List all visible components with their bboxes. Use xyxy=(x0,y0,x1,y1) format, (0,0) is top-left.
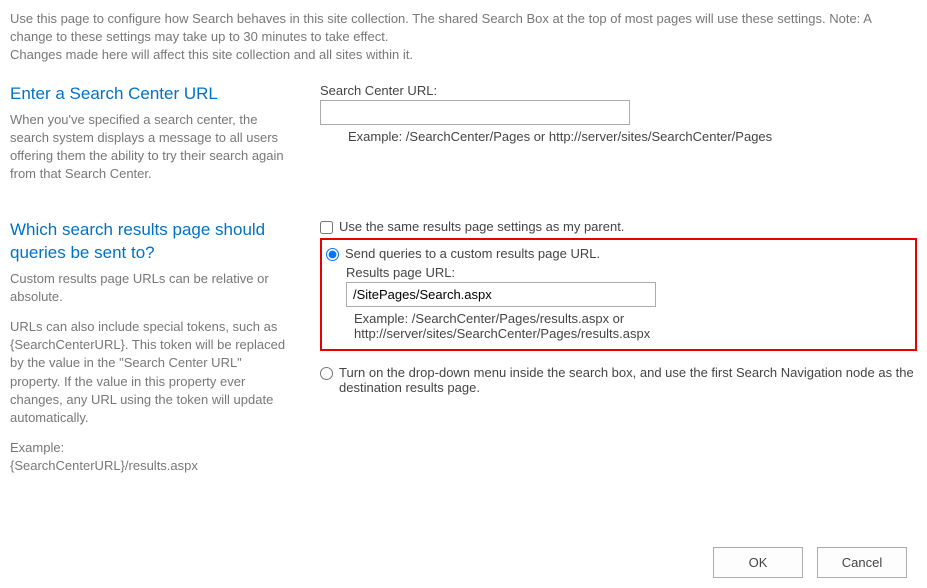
custom-results-radio-label: Send queries to a custom results page UR… xyxy=(345,246,600,261)
section2-left: Which search results page should queries… xyxy=(10,219,320,487)
section1-left: Enter a Search Center URL When you've sp… xyxy=(10,83,320,196)
section1-right: Search Center URL: Example: /SearchCente… xyxy=(320,83,917,196)
intro-line-2: Changes made here will affect this site … xyxy=(10,46,917,64)
section-search-center: Enter a Search Center URL When you've sp… xyxy=(10,83,917,196)
use-parent-label: Use the same results page settings as my… xyxy=(339,219,624,234)
section2-right: Use the same results page settings as my… xyxy=(320,219,917,487)
search-center-url-example: Example: /SearchCenter/Pages or http://s… xyxy=(348,129,917,144)
cancel-button[interactable]: Cancel xyxy=(817,547,907,578)
search-center-url-label: Search Center URL: xyxy=(320,83,917,98)
section2-desc1: Custom results page URLs can be relative… xyxy=(10,270,290,306)
custom-results-highlight: Send queries to a custom results page UR… xyxy=(320,238,917,351)
section2-desc2: URLs can also include special tokens, su… xyxy=(10,318,290,427)
dropdown-radio[interactable] xyxy=(320,367,333,380)
search-center-url-input[interactable] xyxy=(320,100,630,125)
section2-desc3a: Example: xyxy=(10,440,64,455)
results-url-label: Results page URL: xyxy=(346,265,907,280)
results-url-block: Results page URL: Example: /SearchCenter… xyxy=(346,265,907,341)
section1-desc: When you've specified a search center, t… xyxy=(10,111,290,184)
results-url-example: Example: /SearchCenter/Pages/results.asp… xyxy=(354,311,907,341)
section2-heading: Which search results page should queries… xyxy=(10,219,290,263)
use-parent-checkbox[interactable] xyxy=(320,221,333,234)
custom-results-radio-row: Send queries to a custom results page UR… xyxy=(326,246,907,261)
section2-desc3: Example: {SearchCenterURL}/results.aspx xyxy=(10,439,290,475)
custom-results-radio[interactable] xyxy=(326,248,339,261)
intro-line-1: Use this page to configure how Search be… xyxy=(10,10,917,46)
results-url-input[interactable] xyxy=(346,282,656,307)
use-parent-row: Use the same results page settings as my… xyxy=(320,219,917,234)
intro-text: Use this page to configure how Search be… xyxy=(10,10,917,65)
ok-button[interactable]: OK xyxy=(713,547,803,578)
section-results-page: Which search results page should queries… xyxy=(10,219,917,487)
dropdown-radio-row: Turn on the drop-down menu inside the se… xyxy=(320,365,917,395)
section2-desc3b: {SearchCenterURL}/results.aspx xyxy=(10,458,198,473)
section1-heading: Enter a Search Center URL xyxy=(10,83,290,105)
dropdown-radio-label: Turn on the drop-down menu inside the se… xyxy=(339,365,917,395)
button-row: OK Cancel xyxy=(10,547,917,578)
